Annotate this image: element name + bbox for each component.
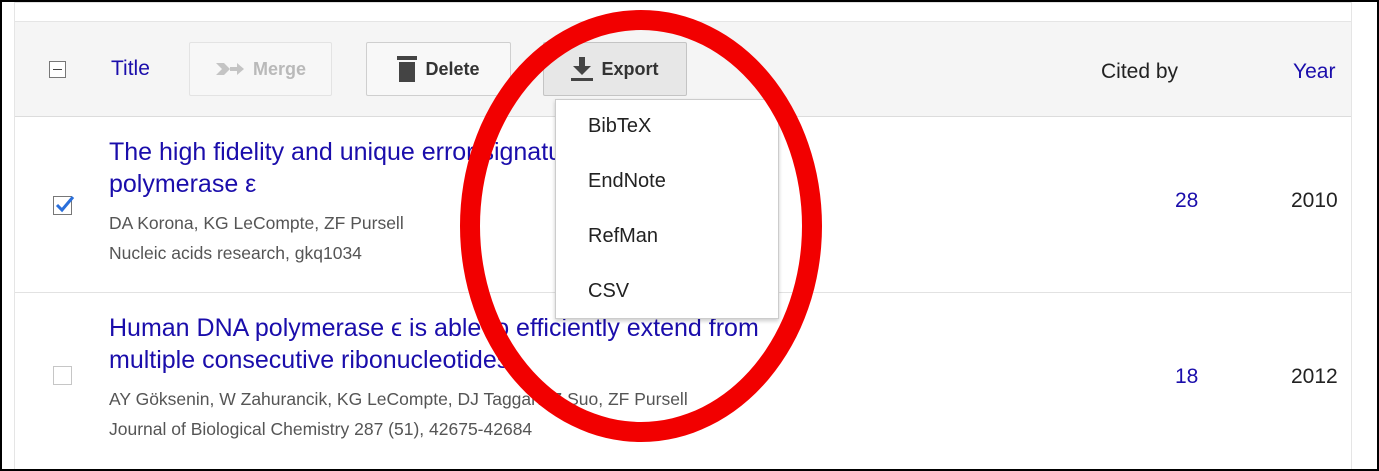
delete-label: Delete — [425, 58, 480, 79]
article-title-line: multiple consecutive ribonucleotides — [109, 346, 510, 374]
article-title-link[interactable]: Human DNA polymerase ϵ is able to effici… — [109, 312, 1009, 376]
cited-by-header: Cited by — [1101, 60, 1179, 83]
export-bibtex-option[interactable]: BibTeX — [588, 115, 651, 138]
screenshot-frame: Title Merge Delete Export Cited by Year … — [0, 0, 1379, 471]
select-all-checkbox[interactable] — [49, 61, 66, 78]
article-venue: Nucleic acids research, gkq1034 — [109, 243, 362, 263]
export-csv-option[interactable]: CSV — [588, 280, 629, 303]
export-endnote-option[interactable]: EndNote — [588, 170, 666, 193]
merge-button[interactable]: Merge — [189, 42, 332, 96]
export-refman-option[interactable]: RefMan — [588, 225, 658, 248]
export-dropdown-menu: BibTeX EndNote RefMan CSV — [555, 99, 779, 319]
cited-by-count-link[interactable]: 28 — [1175, 189, 1198, 213]
cited-by-count-link[interactable]: 18 — [1175, 365, 1198, 389]
merge-label: Merge — [252, 58, 306, 79]
article-checkbox[interactable] — [53, 366, 72, 385]
export-label: Export — [601, 58, 659, 79]
export-button[interactable]: Export — [543, 42, 687, 96]
article-year: 2012 — [1291, 365, 1338, 388]
delete-button[interactable]: Delete — [366, 42, 511, 96]
article-venue: Journal of Biological Chemistry 287 (51)… — [109, 419, 533, 439]
articles-panel: Title Merge Delete Export Cited by Year … — [14, 2, 1352, 469]
article-authors: DA Korona, KG LeCompte, ZF Pursell — [109, 213, 404, 233]
article-year: 2010 — [1291, 189, 1338, 212]
table-row: Human DNA polymerase ϵ is able to effici… — [15, 293, 1351, 469]
merge-icon — [215, 63, 244, 75]
sort-by-title-link[interactable]: Title — [111, 57, 150, 81]
article-authors: AY Göksenin, W Zahurancik, KG LeCompte, … — [109, 389, 688, 409]
checkmark-icon — [55, 196, 75, 213]
sort-by-year-link[interactable]: Year — [1293, 60, 1335, 84]
trash-icon — [397, 56, 418, 82]
download-icon — [571, 57, 594, 81]
article-checkbox[interactable] — [53, 196, 75, 215]
